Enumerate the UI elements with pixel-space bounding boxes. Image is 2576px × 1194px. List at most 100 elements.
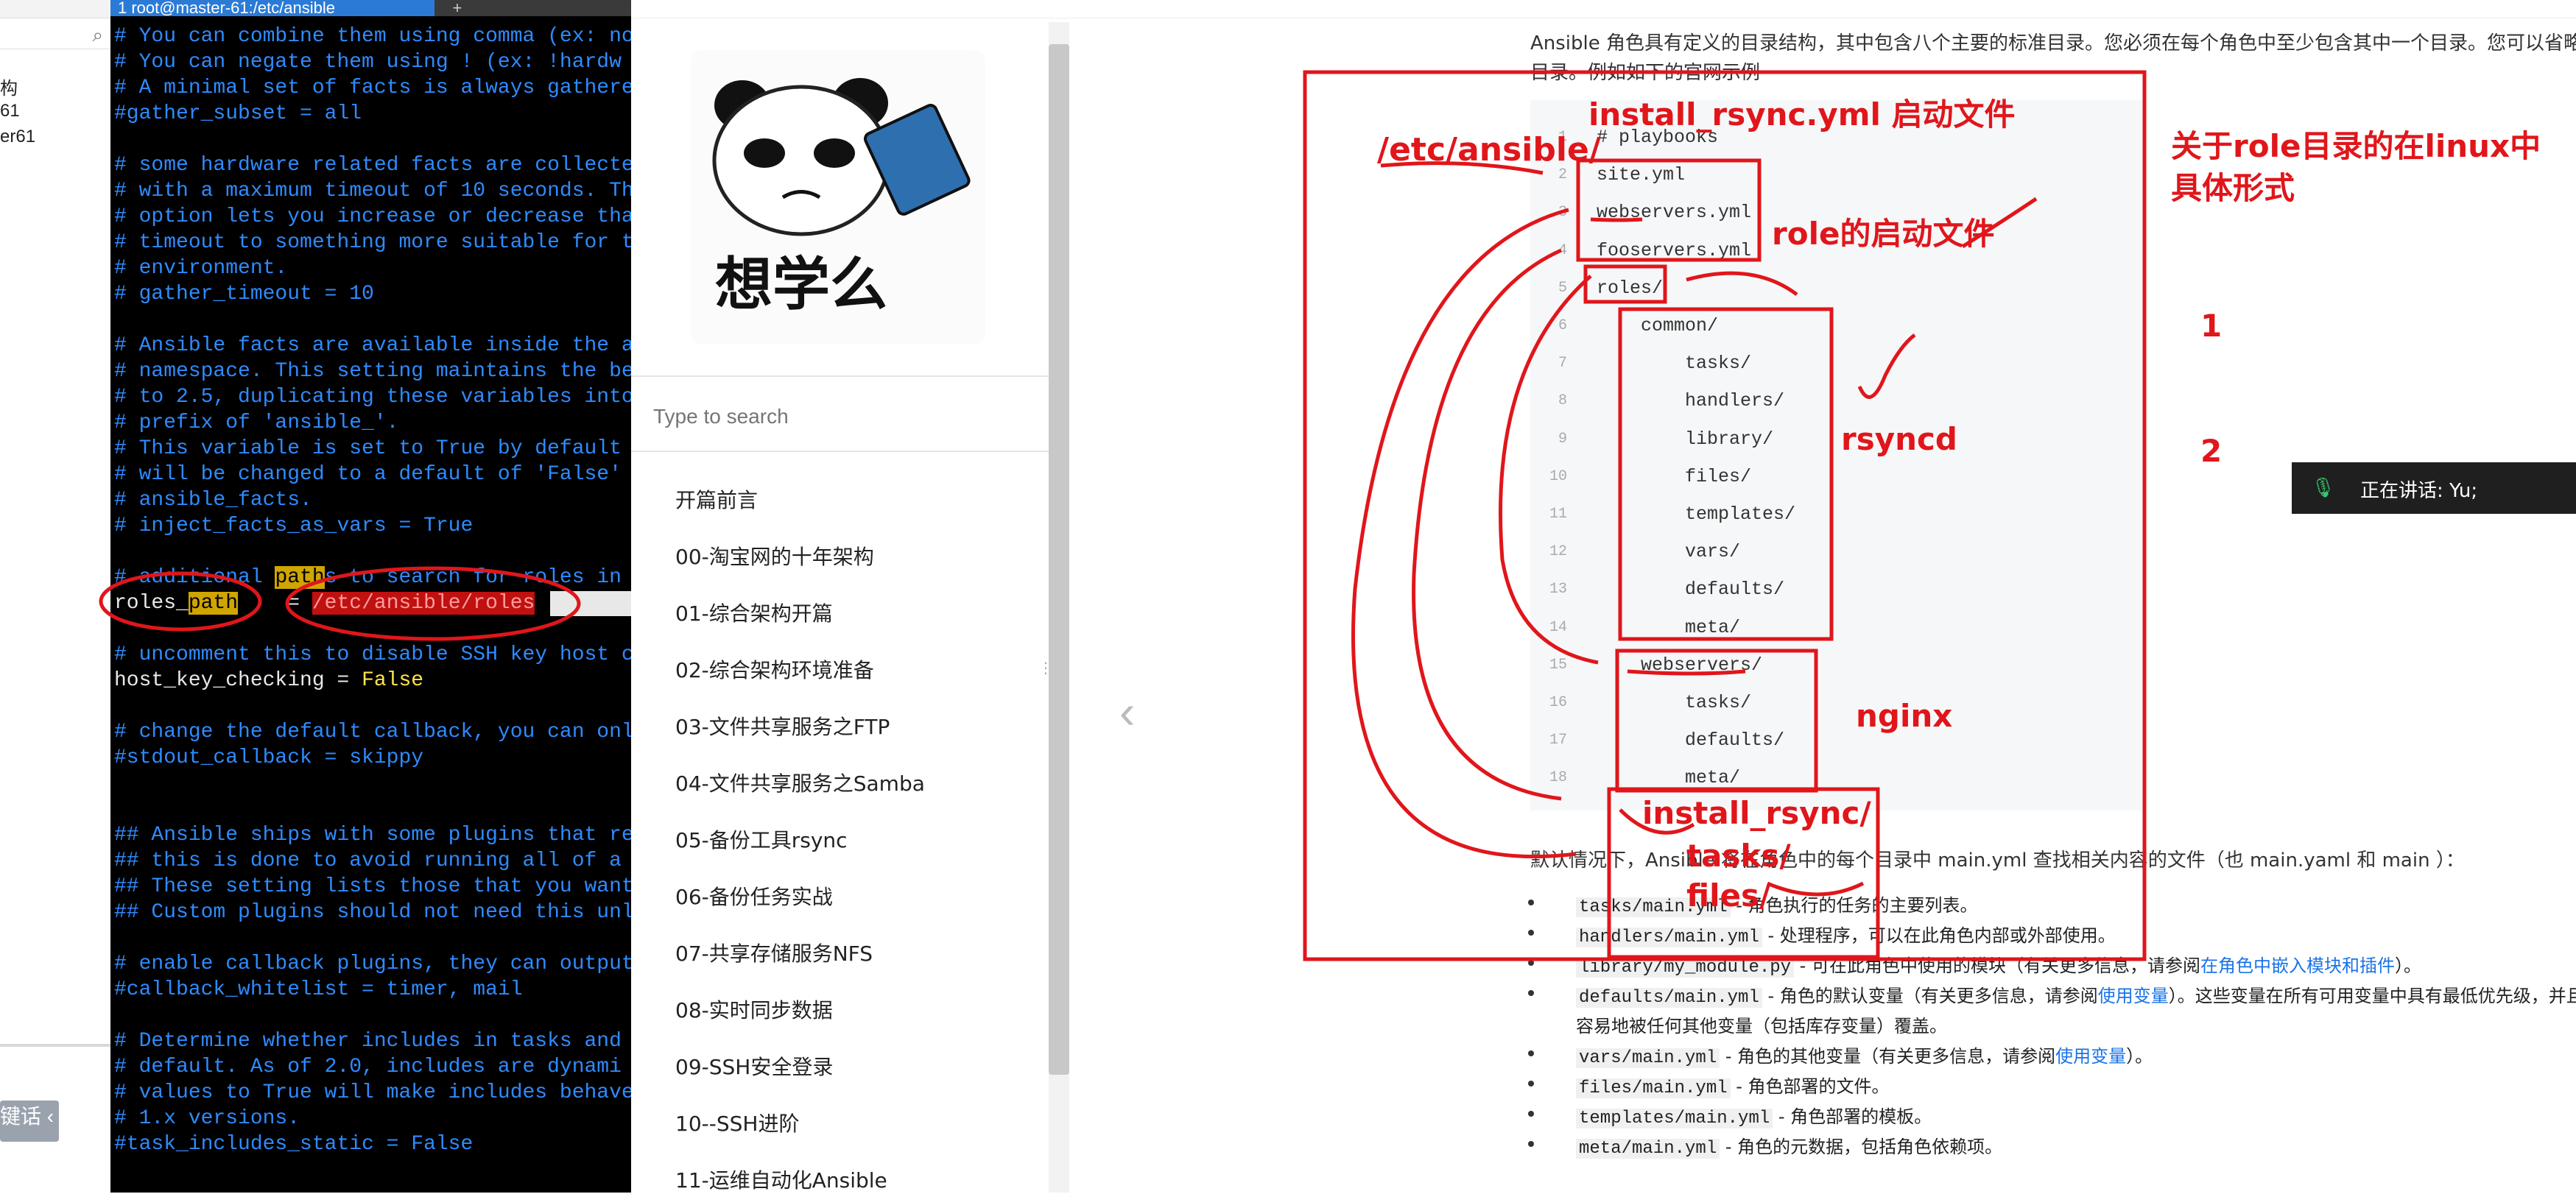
resize-handle[interactable]: ⋮ <box>1038 659 1053 677</box>
annotation-files-label: files/ <box>1686 877 1771 914</box>
line-number: 7 <box>1558 355 1567 372</box>
left-pane-toolbar <box>0 0 110 18</box>
line-number: 12 <box>1549 543 1567 561</box>
bullet-item: files/main.yml - 角色部署的文件。 <box>1576 1072 1890 1098</box>
terminal-line: ## Ansible ships with some plugins that … <box>114 824 634 847</box>
toc-item[interactable]: 01-综合架构开篇 <box>675 598 833 627</box>
default-text: 默认情况下，Ansible 将在角色中的每个目录中 main.yml 查找相关内… <box>1530 849 2465 872</box>
terminal-line: # inject_facts_as_vars = True <box>114 515 474 537</box>
line-number: 14 <box>1549 618 1567 636</box>
toc-item[interactable]: 09-SSH安全登录 <box>675 1051 833 1081</box>
bullet-dot <box>1528 1111 1534 1117</box>
doc-link[interactable]: 使用变量 <box>2098 986 2169 1006</box>
toc-item[interactable]: 03-文件共享服务之FTP <box>675 711 890 741</box>
toc-item[interactable]: 开篇前言 <box>675 484 758 514</box>
annotation-nginx-label: nginx <box>1856 698 1953 734</box>
line-number: 6 <box>1558 317 1567 334</box>
code-line: library/ <box>1597 428 1774 450</box>
line-number: 18 <box>1549 769 1567 787</box>
terminal-line: # values to True will make includes beha… <box>114 1081 634 1104</box>
code-line: templates/ <box>1597 504 1796 525</box>
search-icon[interactable]: ⌕ <box>92 24 103 47</box>
code-line: meta/ <box>1597 767 1741 789</box>
bullet-item: vars/main.yml - 角色的其他变量（有关更多信息，请参阅使用变量）。 <box>1576 1042 2153 1068</box>
terminal-tab-title: 1 root@master-61:/etc/ansible <box>118 0 336 17</box>
line-number: 16 <box>1549 694 1567 711</box>
terminal-line: # This variable is set to True by defaul… <box>114 437 622 460</box>
toc-item[interactable]: 02-综合架构环境准备 <box>675 654 874 684</box>
toc-item[interactable]: 10--SSH进阶 <box>675 1108 799 1137</box>
terminal-line: # additional paths to search for roles i… <box>114 566 622 589</box>
terminal-line: #callback_whitelist = timer, mail <box>114 978 523 1001</box>
terminal-tab[interactable]: 1 root@master-61:/etc/ansible <box>110 0 442 16</box>
line-number: 17 <box>1549 732 1567 749</box>
roles-path-value: /etc/ansible/roles <box>312 592 535 615</box>
terminal-line: # timeout to something more suitable for… <box>114 231 634 254</box>
annotation-title-label-2: 具体形式 <box>2171 170 2295 206</box>
toc-item[interactable]: 06-备份任务实战 <box>675 881 833 911</box>
bullet-dot <box>1528 1141 1534 1147</box>
terminal-line: # ansible_facts. <box>114 489 312 512</box>
annotation-role-start-label: role的启动文件 <box>1772 216 1995 252</box>
terminal-line: ## this is done to avoid running all of … <box>114 849 622 872</box>
terminal-line: # with a maximum timeout of 10 seconds. … <box>114 180 634 202</box>
bullet-item: handlers/main.yml - 处理程序，可以在此角色内部或外部使用。 <box>1576 921 2116 947</box>
annotation-tasks-label: tasks/ <box>1686 838 1791 874</box>
terminal-line: #gather_subset = all <box>114 102 362 125</box>
terminal-line: #stdout_callback = skippy <box>114 746 424 769</box>
terminal-line: #task_includes_static = False <box>114 1133 474 1156</box>
terminal-line: # A minimal set of facts is always gathe… <box>114 77 634 99</box>
terminal-line: # You can negate them using ! (ex: !hard… <box>114 51 622 74</box>
line-number: 2 <box>1558 166 1567 184</box>
left-pane-divider <box>0 1044 110 1047</box>
toc-item[interactable]: 07-共享存储服务NFS <box>675 938 873 967</box>
collapse-button[interactable]: 键话 ‹ <box>0 1101 59 1142</box>
terminal-line: # some hardware related facts are collec… <box>114 154 634 177</box>
bullet-item: defaults/main.yml - 角色的默认变量（有关更多信息，请参阅使用… <box>1576 981 2576 1008</box>
toc-item[interactable]: 11-运维自动化Ansible <box>675 1165 887 1194</box>
code-line: meta/ <box>1597 616 1741 638</box>
terminal-line: # change the default callback, you can o… <box>114 721 634 743</box>
search-divider-top <box>631 375 1049 377</box>
chevron-left-icon[interactable]: ‹ <box>1119 685 1135 739</box>
line-number: 3 <box>1558 204 1567 222</box>
bullet-item: meta/main.yml - 角色的元数据，包括角色依赖项。 <box>1576 1132 2002 1159</box>
terminal-line: # namespace. This setting maintains the … <box>114 360 634 383</box>
code-line: common/ <box>1597 315 1719 336</box>
line-number: 13 <box>1549 581 1567 598</box>
code-line: defaults/ <box>1597 730 1785 752</box>
browser-tab-strip <box>631 0 2576 18</box>
toc-item[interactable]: 00-淘宝网的十年架构 <box>675 541 874 570</box>
tree-item[interactable]: er61 <box>0 127 35 147</box>
doc-link[interactable]: 使用变量 <box>2055 1046 2126 1067</box>
terminal-line: ## These setting lists those that you wa… <box>114 875 634 898</box>
terminal-line: # prefix of 'ansible_'. <box>114 411 399 434</box>
false-value: False <box>362 669 424 692</box>
code-line: handlers/ <box>1597 390 1785 412</box>
tree-item[interactable]: 61 <box>0 101 20 121</box>
annotation-etc-label: /etc/ansible/ <box>1377 131 1601 169</box>
terminal-line: # environment. <box>114 257 288 280</box>
line-number: 15 <box>1549 656 1567 674</box>
toc-item[interactable]: 05-备份工具rsync <box>675 824 848 854</box>
terminal-line: # gather_timeout = 10 <box>114 283 374 305</box>
microphone-icon: 🎙 <box>2311 476 2336 498</box>
left-pane-search[interactable]: ⌕ <box>0 22 110 49</box>
code-line: tasks/ <box>1597 353 1752 375</box>
terminal-line: # You can combine them using comma (ex: … <box>114 25 634 48</box>
toc-item[interactable]: 04-文件共享服务之Samba <box>675 768 925 797</box>
toc-scrollbar-thumb[interactable] <box>1049 44 1069 1075</box>
bullet-dot <box>1528 1081 1534 1087</box>
bullet-dot <box>1528 1050 1534 1056</box>
toc-item[interactable]: 08-实时同步数据 <box>675 995 833 1024</box>
new-tab-button[interactable]: + <box>434 0 631 16</box>
toc-search-input[interactable] <box>652 398 1023 436</box>
terminal-cursor-line <box>550 591 631 616</box>
search-divider-bottom <box>631 451 1049 452</box>
line-number: 8 <box>1558 392 1567 410</box>
line-number: 10 <box>1549 467 1567 485</box>
annotation-title-label: 关于role目录的在linux中 <box>2171 128 2541 164</box>
doc-link[interactable]: 在角色中嵌入模块和插件 <box>2200 955 2395 976</box>
tree-item[interactable]: 构 <box>0 74 18 99</box>
bullet-item: templates/main.yml - 角色部署的模板。 <box>1576 1102 1932 1128</box>
